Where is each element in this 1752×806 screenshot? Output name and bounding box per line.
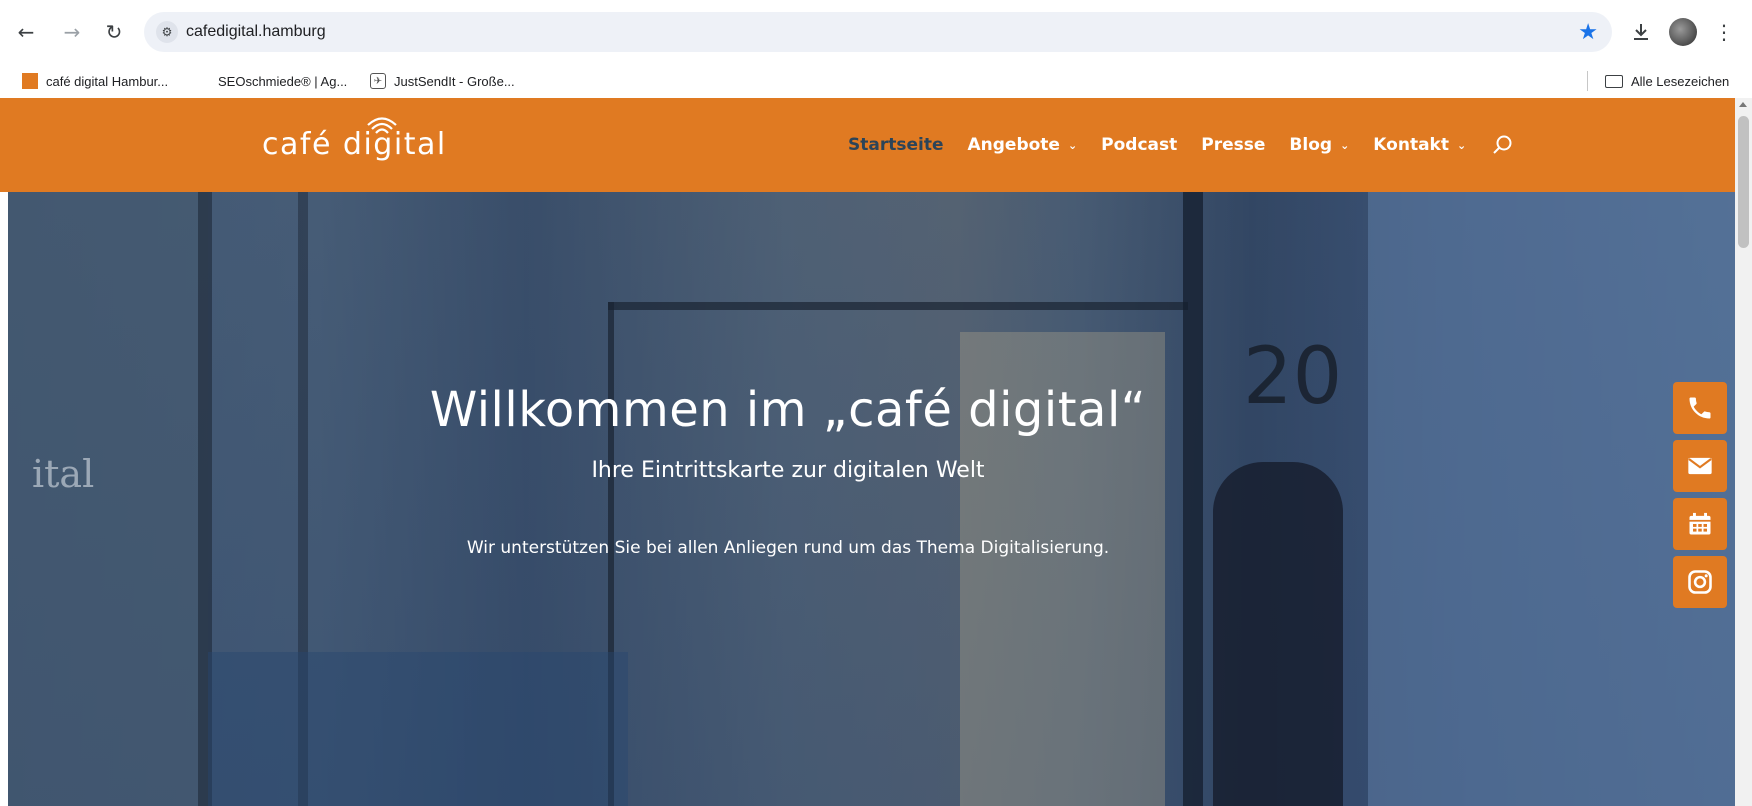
page-scrollbar[interactable] — [1735, 98, 1752, 806]
instagram-icon — [1688, 570, 1712, 594]
bookmark-star-icon[interactable]: ★ — [1578, 20, 1598, 45]
nav-podcast[interactable]: Podcast — [1101, 135, 1177, 155]
download-icon[interactable] — [1625, 16, 1657, 48]
nav-kontakt[interactable]: Kontakt ⌄ — [1373, 135, 1466, 155]
hero-subtitle: Ihre Eintrittskarte zur digitalen Welt — [591, 458, 985, 483]
phone-button[interactable] — [1673, 382, 1727, 434]
wifi-icon — [367, 117, 397, 134]
hero-bg-counter — [208, 652, 628, 806]
forward-arrow-icon[interactable]: → — [58, 18, 86, 46]
bookmark-label: SEOschmiede® | Ag... — [218, 73, 348, 89]
search-icon[interactable] — [1490, 133, 1514, 157]
nav-startseite[interactable]: Startseite — [848, 135, 943, 155]
scroll-up-arrow-icon[interactable] — [1739, 102, 1747, 107]
chevron-down-icon: ⌄ — [1067, 138, 1078, 152]
hero-title: Willkommen im „café digital“ — [429, 382, 1147, 438]
bookmarks-separator — [1587, 71, 1588, 91]
nav-blog[interactable]: Blog ⌄ — [1289, 135, 1349, 155]
nav-label: Blog — [1289, 135, 1333, 155]
profile-avatar[interactable] — [1667, 16, 1699, 48]
address-bar[interactable]: ⚙ cafedigital.hamburg ★ — [144, 12, 1612, 52]
avatar — [1669, 18, 1697, 46]
site-header: café digital Startseite Angebote ⌄ Podcas… — [0, 98, 1735, 192]
bookmark-justsendit[interactable]: ✈ JustSendIt - Große... — [370, 64, 515, 98]
nav-label: Startseite — [848, 135, 944, 155]
chevron-down-icon: ⌄ — [1456, 138, 1467, 152]
reload-icon[interactable]: ↻ — [100, 18, 128, 46]
all-bookmarks-label: Alle Lesezeichen — [1631, 73, 1730, 89]
nav-angebote[interactable]: Angebote ⌄ — [967, 135, 1077, 155]
site-logo[interactable]: café digital — [262, 117, 447, 172]
bookmark-label: JustSendIt - Große... — [394, 73, 515, 89]
hero-bg-pillar — [1183, 192, 1203, 806]
instagram-button[interactable] — [1673, 556, 1727, 608]
cafe-digital-favicon — [22, 73, 38, 89]
mail-button[interactable] — [1673, 440, 1727, 492]
bookmark-label: café digital Hambur... — [46, 73, 169, 89]
hero-bg-wall — [8, 192, 208, 806]
phone-icon — [1689, 397, 1711, 419]
nav-label: Podcast — [1101, 135, 1178, 155]
hero-description: Wir unterstützen Sie bei allen Anliegen … — [466, 538, 1110, 558]
back-arrow-icon[interactable]: ← — [12, 18, 40, 46]
hero-bg-door-frame — [608, 302, 1188, 310]
nav-presse[interactable]: Presse — [1201, 135, 1265, 155]
scrollbar-thumb[interactable] — [1738, 116, 1749, 248]
main-navigation: Startseite Angebote ⌄ Podcast Presse Blog… — [848, 98, 1514, 192]
folder-icon — [1605, 74, 1623, 88]
hero-bg-person — [1213, 462, 1343, 806]
url-text[interactable]: cafedigital.hamburg — [186, 12, 326, 52]
all-bookmarks-button[interactable]: Alle Lesezeichen — [1605, 64, 1729, 98]
bookmarks-bar: café digital Hambur... SEOschmiede® | Ag… — [0, 64, 1752, 99]
browser-toolbar: ← → ↻ ⚙ cafedigital.hamburg ★ ⋮ — [0, 0, 1752, 64]
hero-section: ital 20 Willkommen im „café digital“ Ihr… — [8, 192, 1735, 806]
more-vert-icon[interactable]: ⋮ — [1710, 16, 1738, 48]
mail-icon — [1688, 457, 1712, 475]
calendar-button[interactable] — [1673, 498, 1727, 550]
logo-text: café digital — [262, 127, 447, 162]
chevron-down-icon: ⌄ — [1340, 138, 1350, 152]
justsendit-favicon: ✈ — [370, 73, 386, 89]
site-info-tune-icon[interactable]: ⚙ — [156, 21, 178, 43]
bookmark-cafe-digital[interactable]: café digital Hambur... — [22, 64, 168, 98]
nav-label: Kontakt — [1373, 135, 1449, 155]
calendar-icon — [1689, 512, 1711, 535]
nav-label: Angebote — [967, 135, 1060, 155]
nav-label: Presse — [1201, 135, 1266, 155]
bookmark-seoschmiede[interactable]: SEOschmiede® | Ag... — [218, 64, 347, 98]
